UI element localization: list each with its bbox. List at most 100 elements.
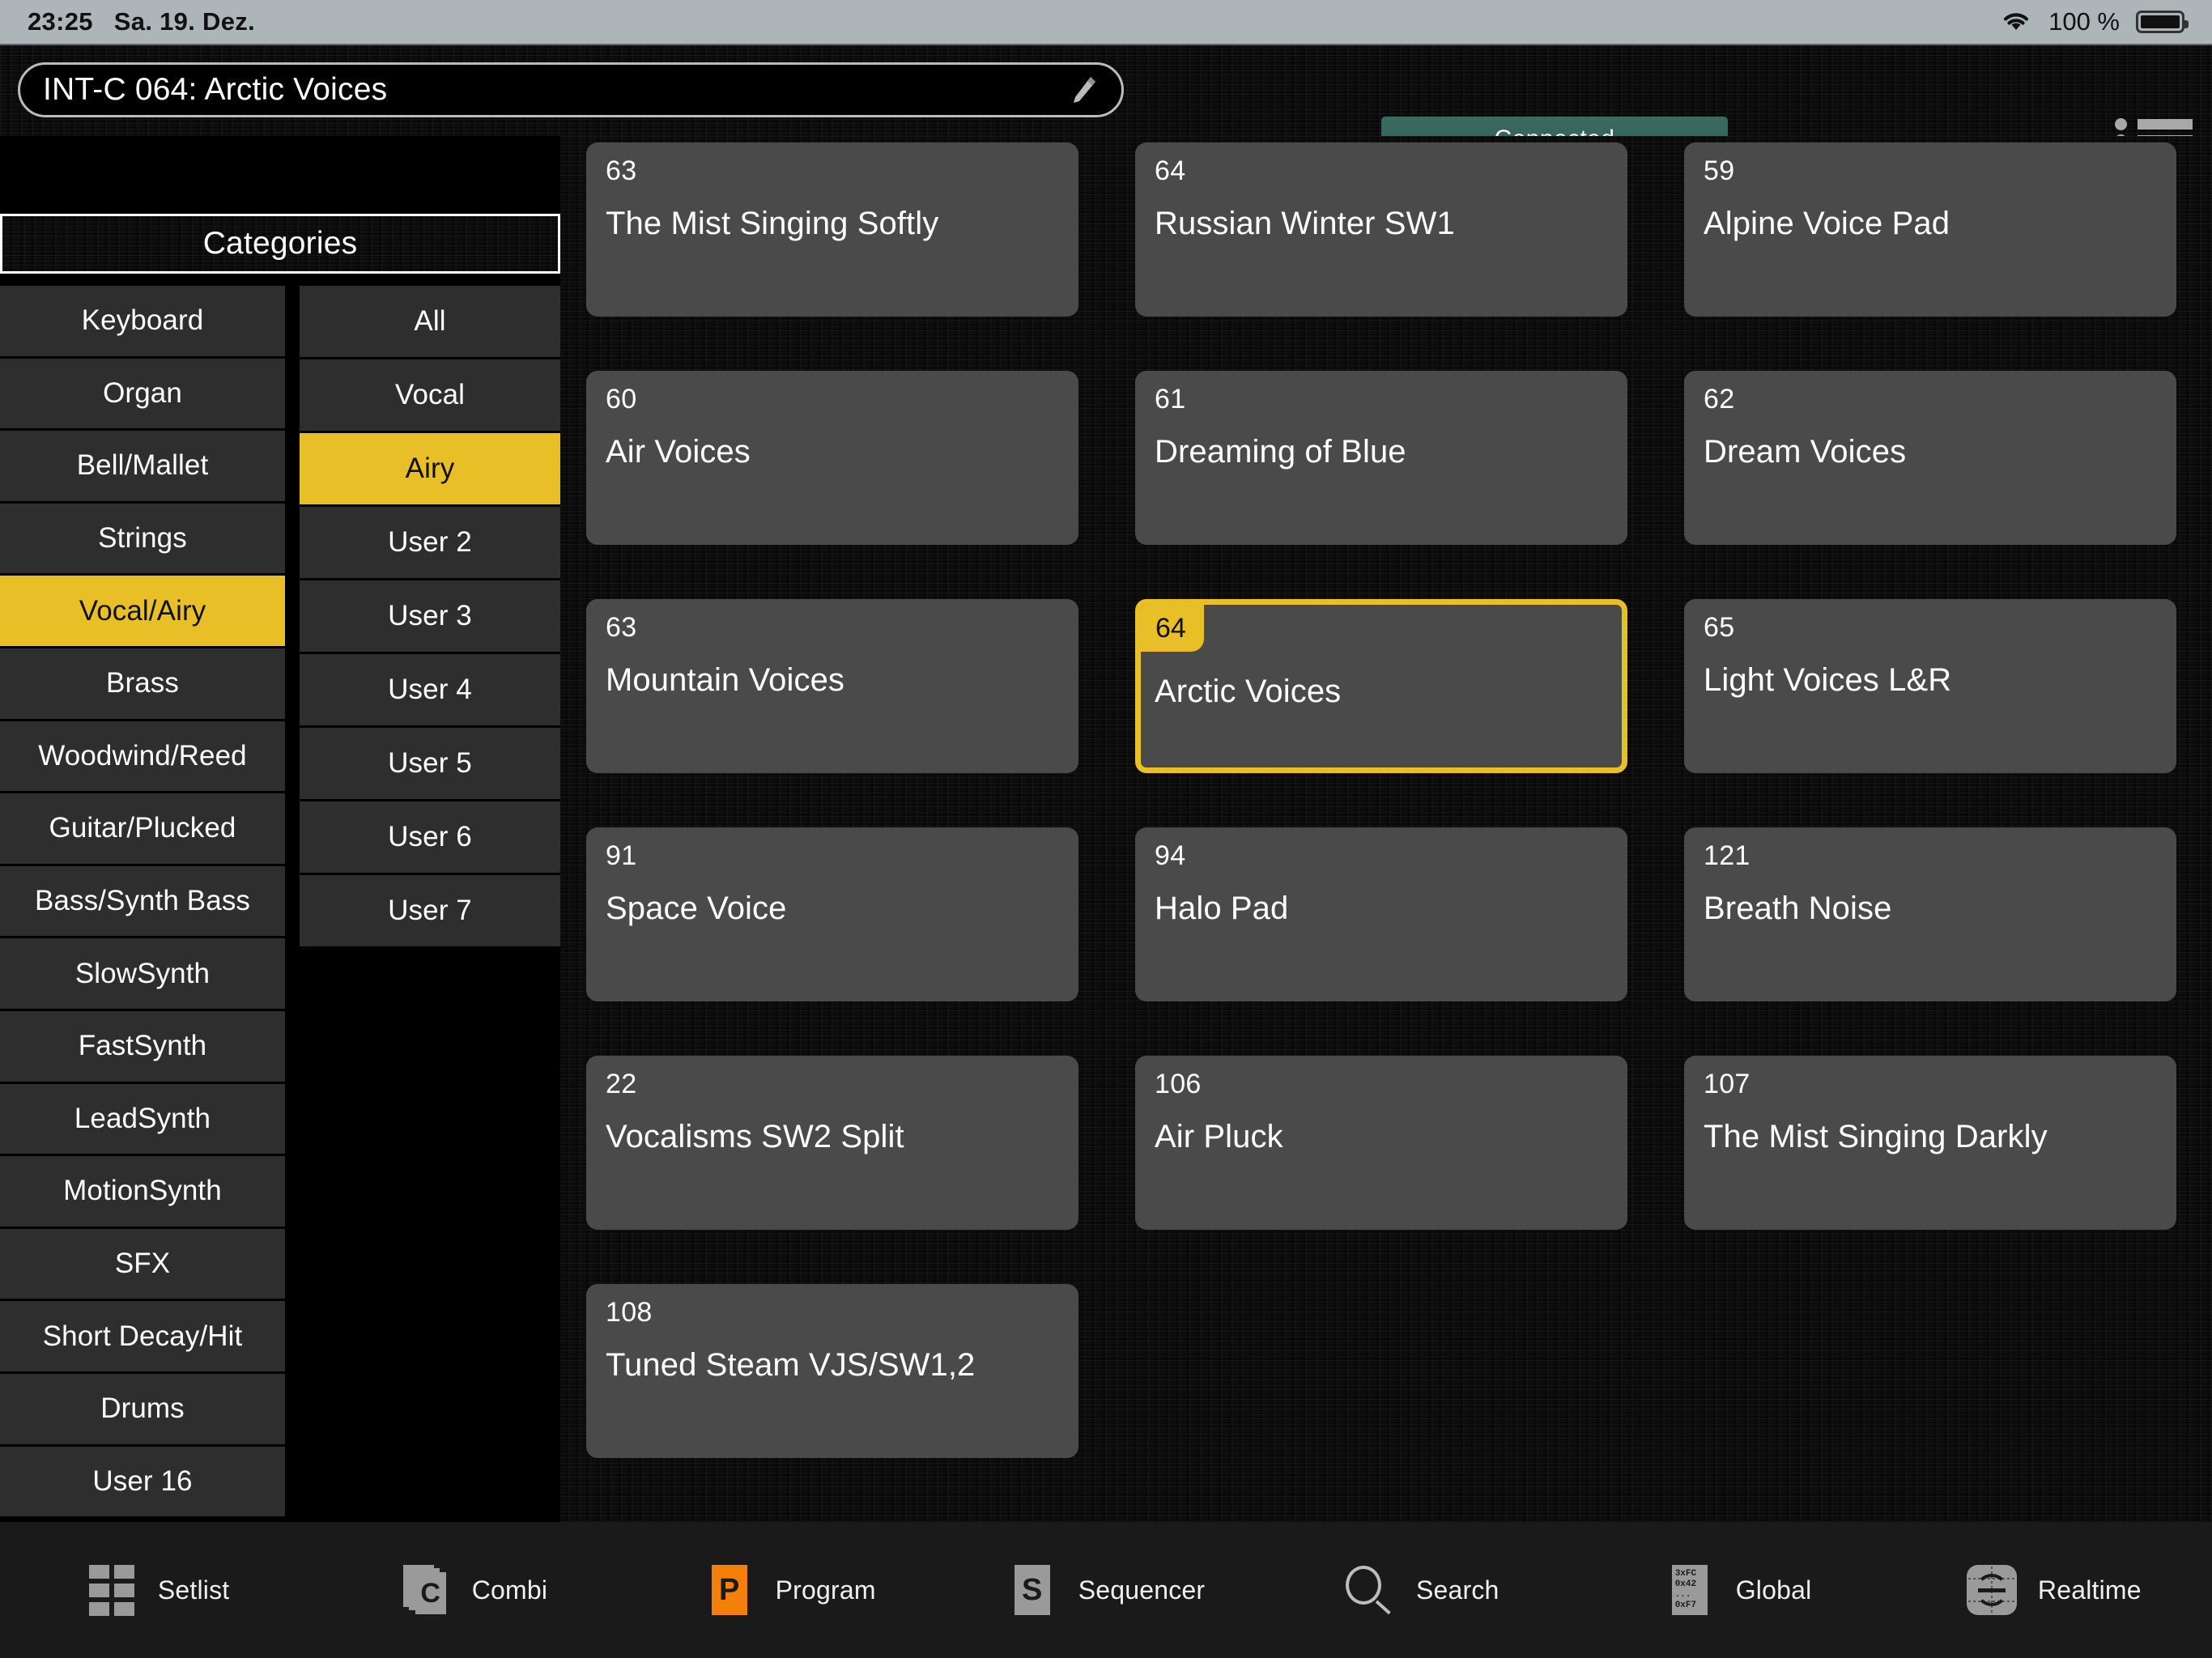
program-card[interactable]: 63 Mountain Voices	[586, 599, 1078, 773]
category-label: User 5	[388, 747, 472, 779]
hex-line: 0x42	[1674, 1579, 1697, 1589]
program-square-icon: P	[704, 1565, 755, 1615]
program-card[interactable]: 61 Dreaming of Blue	[1135, 371, 1627, 545]
category-item-user-16[interactable]: User 16	[0, 1446, 285, 1517]
global-hex-icon: 3xFC 0x42... 0xF7	[1665, 1565, 1715, 1615]
subcategory-item-airy[interactable]: Airy	[300, 433, 560, 504]
subcategory-item-user-4[interactable]: User 4	[300, 654, 560, 725]
subcategory-item-user-7[interactable]: User 7	[300, 875, 560, 946]
toolbar-item-global[interactable]: 3xFC 0x42... 0xF7 Global	[1580, 1522, 1895, 1658]
program-name: Dream Voices	[1704, 434, 1907, 470]
hex-line: 0xF7	[1674, 1601, 1697, 1610]
toolbar-item-realtime[interactable]: Realtime	[1896, 1522, 2212, 1658]
category-label: Drums	[100, 1392, 185, 1425]
program-card[interactable]: 60 Air Voices	[586, 371, 1078, 545]
program-title-text: INT-C 064: Arctic Voices	[43, 72, 388, 107]
program-card[interactable]: 64 Russian Winter SW1	[1135, 142, 1627, 317]
category-item-short-decay-hit[interactable]: Short Decay/Hit	[0, 1301, 285, 1371]
program-card[interactable]: 62 Dream Voices	[1684, 371, 2176, 545]
category-label: User 16	[92, 1465, 193, 1497]
categories-header-label: Categories	[202, 226, 358, 261]
subcategory-item-all[interactable]: All	[300, 286, 560, 357]
combi-sheets: C	[402, 1565, 449, 1615]
program-number: 106	[1155, 1069, 1202, 1099]
category-item-slowsynth[interactable]: SlowSynth	[0, 938, 285, 1009]
program-card[interactable]: 59 Alpine Voice Pad	[1684, 142, 2176, 317]
program-number: 91	[606, 840, 637, 871]
battery-percent-label: 100 %	[2048, 7, 2120, 36]
toolbar-item-search[interactable]: Search	[1264, 1522, 1580, 1658]
program-name: Mountain Voices	[606, 662, 845, 698]
setlist-grid-icon	[87, 1564, 137, 1616]
category-item-brass[interactable]: Brass	[0, 648, 285, 719]
program-card[interactable]: 64 Arctic Voices	[1135, 599, 1627, 773]
program-card[interactable]: 107 The Mist Singing Darkly	[1684, 1056, 2176, 1230]
toolbar-item-program[interactable]: P Program	[632, 1522, 948, 1658]
toolbar-item-combi[interactable]: C Combi	[316, 1522, 632, 1658]
category-label: Bell/Mallet	[76, 449, 209, 482]
program-card[interactable]: 22 Vocalisms SW2 Split	[586, 1056, 1078, 1230]
program-card[interactable]: 108 Tuned Steam VJS/SW1,2	[586, 1284, 1078, 1458]
program-card[interactable]: 91 Space Voice	[586, 827, 1078, 1001]
subcategory-item-user-6[interactable]: User 6	[300, 801, 560, 873]
subcategory-item-user-2[interactable]: User 2	[300, 507, 560, 578]
magnifier	[1345, 1566, 1394, 1615]
toolbar-item-setlist[interactable]: Setlist	[0, 1522, 316, 1658]
program-number: 60	[606, 384, 637, 414]
toolbar-label: Sequencer	[1078, 1575, 1206, 1605]
program-name: Air Voices	[606, 434, 751, 470]
main-category-list: Keyboard Organ Bell/Mallet Strings Vocal/Air…	[0, 286, 285, 1517]
category-item-organ[interactable]: Organ	[0, 358, 285, 429]
pencil-icon[interactable]	[1066, 74, 1099, 106]
sequencer-square-icon: S	[1007, 1565, 1057, 1615]
category-item-bass-synth-bass[interactable]: Bass/Synth Bass	[0, 865, 285, 937]
program-number: 63	[606, 612, 637, 643]
category-label: Brass	[106, 667, 179, 699]
program-name: Russian Winter SW1	[1155, 206, 1455, 241]
category-item-leadsynth[interactable]: LeadSynth	[0, 1083, 285, 1154]
program-grid: 63 The Mist Singing Softly 64 Russian Winte…	[586, 136, 2212, 1522]
sub-category-list: All Vocal Airy User 2 User 3 User 4 User 5 User…	[300, 286, 560, 1516]
category-item-bell-mallet[interactable]: Bell/Mallet	[0, 431, 285, 501]
category-label: Bass/Synth Bass	[34, 885, 251, 917]
subcategory-item-user-5[interactable]: User 5	[300, 728, 560, 799]
list-bar	[2138, 119, 2193, 130]
program-number: 63	[606, 155, 637, 186]
program-name: The Mist Singing Darkly	[1704, 1119, 2048, 1154]
categories-header[interactable]: Categories	[0, 214, 560, 274]
toolbar-label: Search	[1415, 1575, 1499, 1605]
program-number: 22	[606, 1069, 637, 1099]
category-item-fastsynth[interactable]: FastSynth	[0, 1010, 285, 1082]
search-icon	[1345, 1565, 1395, 1615]
category-item-motionsynth[interactable]: MotionSynth	[0, 1156, 285, 1226]
program-number: 108	[606, 1297, 653, 1328]
category-item-keyboard[interactable]: Keyboard	[0, 286, 285, 356]
subcategory-item-vocal[interactable]: Vocal	[300, 359, 560, 431]
program-card[interactable]: 106 Air Pluck	[1135, 1056, 1627, 1230]
program-name: Dreaming of Blue	[1155, 434, 1406, 470]
category-item-strings[interactable]: Strings	[0, 503, 285, 574]
category-item-drums[interactable]: Drums	[0, 1373, 285, 1444]
program-number: 64	[1155, 155, 1186, 186]
program-card[interactable]: 94 Halo Pad	[1135, 827, 1627, 1001]
toolbar-item-sequencer[interactable]: S Sequencer	[948, 1522, 1264, 1658]
program-card[interactable]: 65 Light Voices L&R	[1684, 599, 2176, 773]
grid-cell	[113, 1583, 134, 1597]
category-item-sfx[interactable]: SFX	[0, 1228, 285, 1299]
program-title-field[interactable]: INT-C 064: Arctic Voices	[18, 62, 1124, 117]
program-number: 64	[1141, 605, 1204, 652]
grid-cell	[88, 1583, 109, 1597]
program-name: Halo Pad	[1155, 891, 1289, 926]
hex-line: ...	[1674, 1590, 1691, 1600]
category-item-guitar-plucked[interactable]: Guitar/Plucked	[0, 793, 285, 864]
status-bar-right: 100 %	[2000, 7, 2189, 36]
program-number: 107	[1704, 1069, 1750, 1099]
category-label: Airy	[405, 453, 455, 484]
category-item-vocal-airy[interactable]: Vocal/Airy	[0, 576, 285, 646]
program-card[interactable]: 63 The Mist Singing Softly	[586, 142, 1078, 317]
program-card[interactable]: 121 Breath Noise	[1684, 827, 2176, 1001]
combi-sheet: C	[415, 1572, 446, 1614]
toolbar-label: Global	[1735, 1575, 1812, 1605]
subcategory-item-user-3[interactable]: User 3	[300, 580, 560, 652]
category-item-woodwind-reed[interactable]: Woodwind/Reed	[0, 721, 285, 792]
